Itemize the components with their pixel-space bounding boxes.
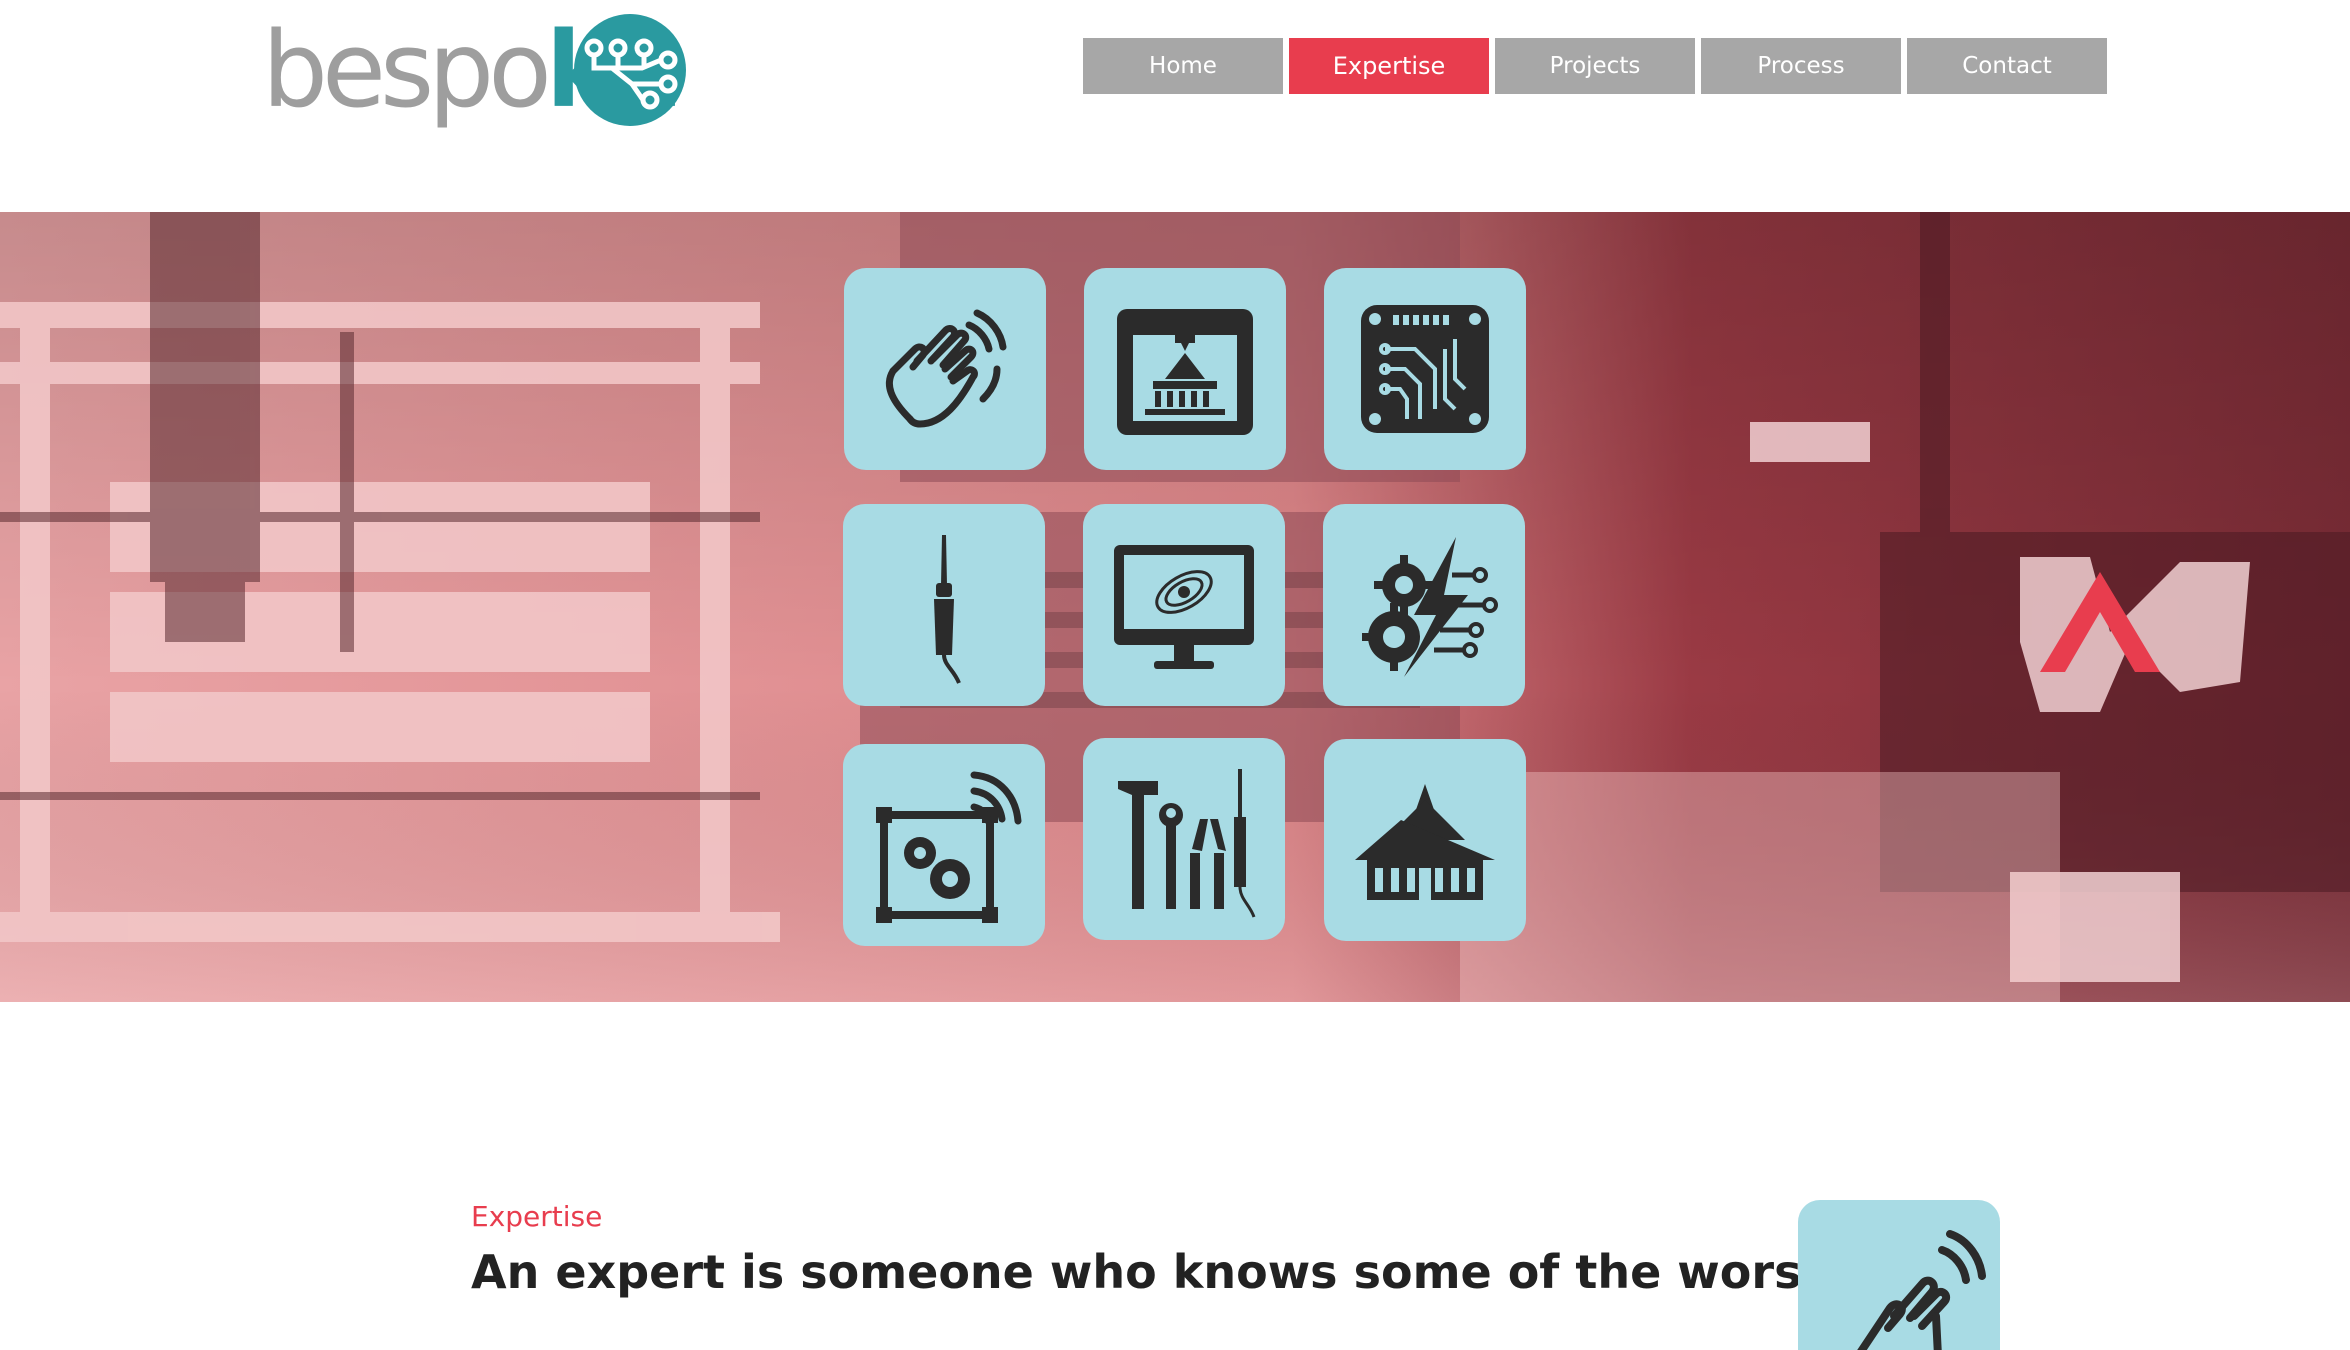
tile-3d-printer[interactable] <box>1084 268 1286 470</box>
tile-waving-hand[interactable] <box>844 268 1046 470</box>
nav-home[interactable]: Home <box>1083 38 1283 94</box>
nav-contact[interactable]: Contact <box>1907 38 2107 94</box>
tile-gear-circuit[interactable] <box>1323 504 1525 706</box>
tile-temple[interactable] <box>1324 739 1526 941</box>
logo[interactable]: bespokh <box>262 10 692 130</box>
nav-process[interactable]: Process <box>1701 38 1901 94</box>
tile-circuit-board[interactable] <box>1324 268 1526 470</box>
monitor-galaxy-icon <box>1114 545 1254 669</box>
tile-tools[interactable] <box>1083 738 1285 940</box>
main-nav: Home Expertise Projects Process Contact <box>1083 38 2107 94</box>
wireless-gears-icon <box>876 771 1022 923</box>
tile-wireless-gears[interactable] <box>843 744 1045 946</box>
3d-printer-icon <box>1117 309 1253 435</box>
waving-hand-icon <box>1857 1230 1986 1350</box>
logo-wordmark-part1: bespo <box>262 9 552 131</box>
soldering-iron-icon <box>934 535 961 684</box>
nav-projects[interactable]: Projects <box>1495 38 1695 94</box>
tile-soldering-iron[interactable] <box>843 504 1045 706</box>
nav-expertise[interactable]: Expertise <box>1289 38 1489 94</box>
section-headline: An expert is someone who knows some of t… <box>471 1245 1824 1299</box>
circuit-logo-icon <box>574 14 686 126</box>
gear-circuit-icon <box>1362 537 1498 677</box>
tile-monitor[interactable] <box>1083 504 1285 706</box>
circuit-board-icon <box>1361 305 1489 433</box>
section-label: Expertise <box>471 1200 603 1233</box>
hero-banner <box>0 212 2350 1002</box>
tools-icon <box>1118 769 1256 918</box>
side-tile-waving-hand[interactable] <box>1798 1200 2000 1350</box>
waving-hand-icon <box>885 309 1007 428</box>
temple-icon <box>1355 784 1495 900</box>
